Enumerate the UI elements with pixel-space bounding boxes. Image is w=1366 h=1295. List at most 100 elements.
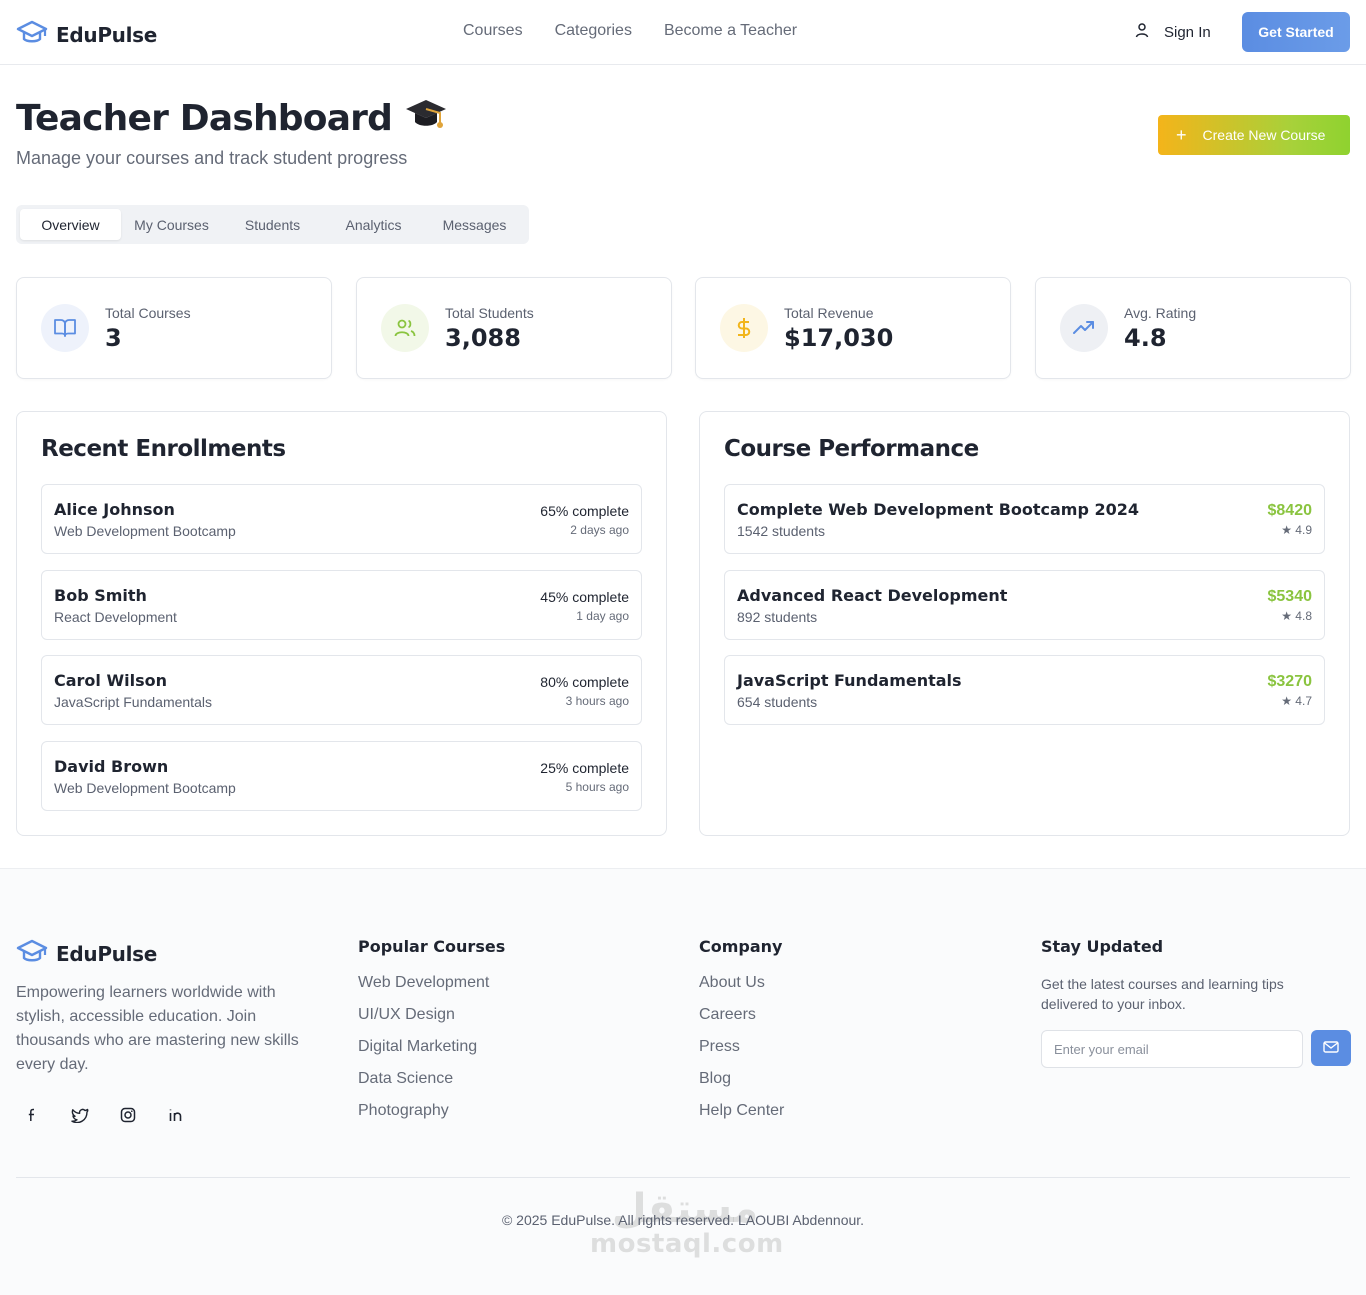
stat-label: Total Revenue [784, 305, 874, 321]
stat-label: Total Students [445, 305, 534, 321]
stat-card-total-revenue: Total Revenue $17,030 [695, 277, 1011, 379]
stat-card-total-courses: Total Courses 3 [16, 277, 332, 379]
stat-value: 3,088 [445, 324, 521, 352]
sign-in-label: Sign In [1164, 23, 1211, 41]
site-footer: EduPulse Empowering learners worldwide w… [0, 868, 1366, 1295]
footer-link[interactable]: Digital Marketing [358, 1038, 505, 1070]
nav-link-courses[interactable]: Courses [463, 22, 523, 40]
enrolled-time: 2 days ago [570, 523, 629, 537]
mail-icon [1323, 1040, 1339, 1057]
facebook-icon[interactable] [16, 1099, 48, 1131]
footer-description: Empowering learners worldwide with styli… [16, 984, 299, 1073]
watermark-latin: mostaql.com [590, 1229, 784, 1259]
course-performance-row[interactable]: JavaScript Fundamentals 654 students $32… [724, 655, 1325, 725]
stat-card-avg-rating: Avg. Rating 4.8 [1035, 277, 1351, 379]
instagram-icon[interactable] [112, 1099, 144, 1131]
get-started-button[interactable]: Get Started [1242, 12, 1350, 52]
course-name: React Development [54, 609, 177, 625]
footer-link[interactable]: Press [699, 1038, 784, 1070]
course-performance-row[interactable]: Advanced React Development 892 students … [724, 570, 1325, 640]
create-course-button[interactable]: + Create New Course [1158, 115, 1350, 155]
footer-column-title: Popular Courses [358, 937, 506, 956]
footer-column-title: Stay Updated [1041, 937, 1164, 956]
newsletter-form [1041, 1030, 1351, 1068]
student-name: David Brown [54, 757, 169, 776]
course-name: JavaScript Fundamentals [54, 694, 212, 710]
page-title: Teacher Dashboard [16, 96, 448, 141]
tab-my-courses[interactable]: My Courses [121, 209, 222, 240]
course-title: Advanced React Development [737, 586, 1008, 605]
footer-link[interactable]: Data Science [358, 1070, 505, 1102]
book-open-icon [41, 304, 89, 352]
nav-link-become-teacher[interactable]: Become a Teacher [664, 22, 797, 40]
course-revenue: $8420 [1267, 502, 1313, 519]
graduation-cap-icon [16, 937, 48, 970]
users-icon [381, 304, 429, 352]
footer-brand-logo[interactable]: EduPulse [16, 937, 157, 970]
enrollment-row[interactable]: David Brown Web Development Bootcamp 25%… [41, 741, 642, 811]
user-icon [1134, 22, 1150, 42]
course-title: Complete Web Development Bootcamp 2024 [737, 500, 1140, 519]
footer-link[interactable]: Careers [699, 1006, 784, 1038]
progress-text: 80% complete [540, 674, 629, 690]
stat-value: $17,030 [784, 324, 894, 352]
enrolled-time: 1 day ago [576, 609, 629, 623]
brand-name: EduPulse [56, 22, 158, 47]
tab-overview[interactable]: Overview [20, 209, 121, 240]
footer-popular-courses: Popular Courses Web Development UI/UX De… [358, 937, 505, 1134]
enrollment-row[interactable]: Bob Smith React Development 45% complete… [41, 570, 642, 640]
email-input[interactable] [1041, 1030, 1303, 1068]
footer-link[interactable]: Blog [699, 1070, 784, 1102]
copyright-text: © 2025 EduPulse. All rights reserved. LA… [501, 1212, 865, 1228]
footer-link[interactable]: UI/UX Design [358, 1006, 505, 1038]
page-subtitle: Manage your courses and track student pr… [16, 148, 408, 168]
student-name: Bob Smith [54, 586, 147, 605]
main-nav: Courses Categories Become a Teacher [463, 22, 797, 40]
tab-analytics[interactable]: Analytics [323, 209, 424, 240]
footer-link[interactable]: Help Center [699, 1102, 784, 1134]
tab-students[interactable]: Students [222, 209, 323, 240]
create-course-label: Create New Course [1202, 127, 1326, 143]
graduation-cap-icon [16, 18, 48, 51]
social-links [16, 1099, 192, 1131]
plus-icon: + [1176, 124, 1187, 145]
progress-text: 45% complete [540, 589, 629, 605]
graduation-cap-emoji-icon [404, 96, 448, 141]
footer-company: Company About Us Careers Press Blog Help… [699, 937, 784, 1134]
stat-value: 3 [105, 324, 122, 352]
top-navbar: EduPulse Courses Categories Become a Tea… [0, 0, 1366, 65]
stat-value: 4.8 [1124, 324, 1167, 352]
student-count: 654 students [737, 694, 818, 710]
student-name: Alice Johnson [54, 500, 175, 519]
footer-link[interactable]: Photography [358, 1102, 505, 1134]
footer-link[interactable]: About Us [699, 974, 784, 1006]
course-rating: ★ 4.8 [1281, 609, 1312, 623]
twitter-icon[interactable] [64, 1099, 96, 1131]
enrollment-row[interactable]: Carol Wilson JavaScript Fundamentals 80%… [41, 655, 642, 725]
page-title-text: Teacher Dashboard [16, 98, 393, 139]
tab-messages[interactable]: Messages [424, 209, 525, 240]
dashboard-tabs: Overview My Courses Students Analytics M… [16, 205, 529, 244]
footer-link[interactable]: Web Development [358, 974, 505, 1006]
newsletter-description: Get the latest courses and learning tips… [1041, 976, 1284, 1012]
stat-card-total-students: Total Students 3,088 [356, 277, 672, 379]
course-revenue: $3270 [1267, 673, 1313, 690]
trending-up-icon [1060, 304, 1108, 352]
enrolled-time: 3 hours ago [565, 694, 629, 708]
footer-newsletter: Stay Updated Get the latest courses and … [1041, 937, 1351, 1068]
course-title: JavaScript Fundamentals [737, 671, 962, 690]
course-performance-row[interactable]: Complete Web Development Bootcamp 2024 1… [724, 484, 1325, 554]
progress-text: 25% complete [540, 760, 629, 776]
enrollment-row[interactable]: Alice Johnson Web Development Bootcamp 6… [41, 484, 642, 554]
footer-brand-name: EduPulse [56, 941, 158, 966]
student-count: 1542 students [737, 523, 825, 539]
subscribe-button[interactable] [1311, 1030, 1351, 1066]
sign-in-link[interactable]: Sign In [1134, 22, 1211, 42]
linkedin-icon[interactable] [160, 1099, 192, 1131]
course-revenue: $5340 [1267, 588, 1313, 605]
nav-link-categories[interactable]: Categories [555, 22, 632, 40]
brand-logo[interactable]: EduPulse [16, 18, 157, 51]
stat-label: Avg. Rating [1124, 305, 1197, 321]
panel-title: Course Performance [724, 436, 979, 462]
panel-title: Recent Enrollments [41, 436, 286, 462]
